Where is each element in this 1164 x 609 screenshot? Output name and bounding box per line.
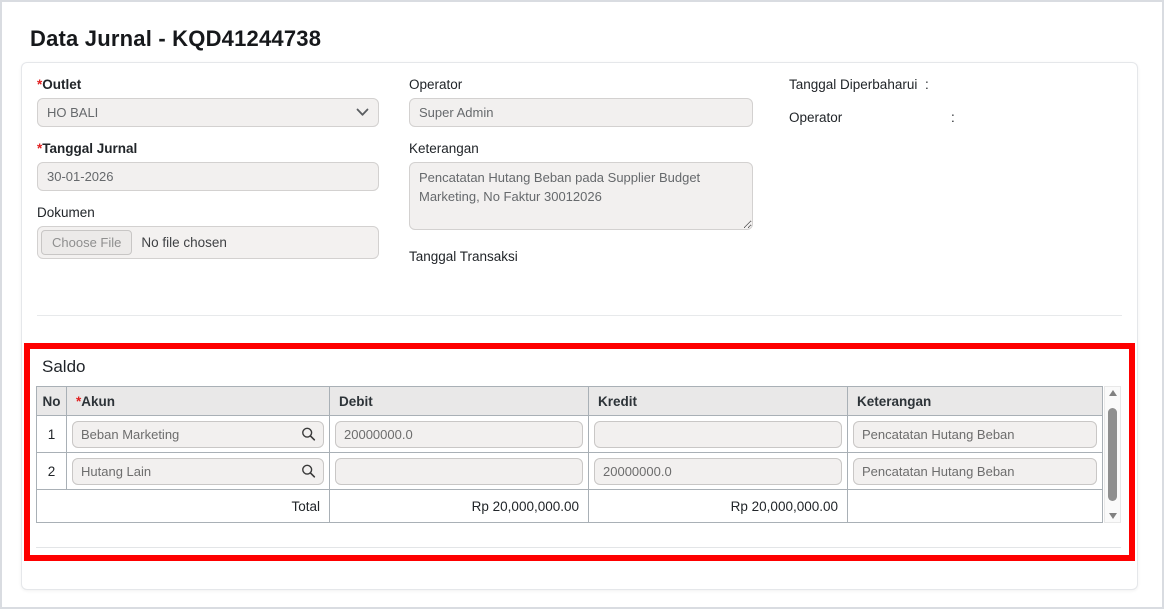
tanggal-jurnal-field-group: *Tanggal Jurnal <box>37 141 379 191</box>
tanggal-jurnal-input[interactable] <box>37 162 379 191</box>
page-title: Data Jurnal - KQD41244738 <box>30 26 1162 52</box>
tanggal-transaksi-label: Tanggal Transaksi <box>409 249 753 264</box>
operator-meta-label: Operator <box>789 110 951 125</box>
outlet-select[interactable]: HO BALI <box>37 98 379 127</box>
tanggal-jurnal-label: *Tanggal Jurnal <box>37 141 379 156</box>
saldo-highlight-box: Saldo No *Akun Debit Kredit Keterangan <box>24 343 1135 561</box>
journal-form-card: *Outlet HO BALI *Tanggal Jurnal Dokumen <box>21 62 1138 590</box>
keterangan-textarea[interactable]: Pencatatan Hutang Beban pada Supplier Bu… <box>409 162 753 230</box>
table-row: 2 <box>37 453 1103 490</box>
row-number: 1 <box>37 416 67 453</box>
colon-separator: : <box>925 77 929 92</box>
keterangan-row-input[interactable] <box>853 421 1097 448</box>
file-chosen-status: No file chosen <box>141 235 227 250</box>
akun-lookup-field <box>72 458 324 485</box>
keterangan-row-input[interactable] <box>853 458 1097 485</box>
saldo-bottom-divider <box>36 547 1121 548</box>
akun-input[interactable] <box>72 421 324 448</box>
total-row: Total Rp 20,000,000.00 Rp 20,000,000.00 <box>37 490 1103 523</box>
colon-separator: : <box>951 110 955 125</box>
kredit-input[interactable] <box>594 458 842 485</box>
section-divider <box>37 315 1122 316</box>
operator-meta-row: Operator : <box>789 110 1122 125</box>
operator-input[interactable] <box>409 98 753 127</box>
dokumen-file-input[interactable]: Choose File No file chosen <box>37 226 379 259</box>
form-area: *Outlet HO BALI *Tanggal Jurnal Dokumen <box>37 77 1122 291</box>
total-label: Total <box>37 490 330 523</box>
debit-input[interactable] <box>335 458 583 485</box>
akun-lookup-field <box>72 421 324 448</box>
saldo-table: No *Akun Debit Kredit Keterangan 1 <box>36 386 1103 523</box>
choose-file-button[interactable]: Choose File <box>41 230 132 255</box>
dokumen-field-group: Dokumen Choose File No file chosen <box>37 205 379 259</box>
col-header-debit: Debit <box>330 387 589 416</box>
outlet-select-value: HO BALI <box>47 105 98 120</box>
form-column-2: Operator Keterangan Pencatatan Hutang Be… <box>409 77 753 291</box>
keterangan-field-group: Keterangan Pencatatan Hutang Beban pada … <box>409 141 753 235</box>
tanggal-diperbaharui-meta-row: Tanggal Diperbaharui : <box>789 77 1122 92</box>
saldo-header-row: No *Akun Debit Kredit Keterangan <box>37 387 1103 416</box>
total-kredit: Rp 20,000,000.00 <box>589 490 848 523</box>
dokumen-label: Dokumen <box>37 205 379 220</box>
tanggal-transaksi-field-group: Tanggal Transaksi <box>409 249 753 264</box>
kredit-input[interactable] <box>594 421 842 448</box>
search-icon[interactable] <box>301 427 316 442</box>
operator-label: Operator <box>409 77 753 92</box>
col-header-kredit: Kredit <box>589 387 848 416</box>
saldo-section-title: Saldo <box>42 357 1121 377</box>
col-header-keterangan: Keterangan <box>848 387 1103 416</box>
outlet-field-group: *Outlet HO BALI <box>37 77 379 127</box>
page-frame: Data Jurnal - KQD41244738 *Outlet HO BAL… <box>0 0 1164 609</box>
debit-input[interactable] <box>335 421 583 448</box>
form-column-3: Tanggal Diperbaharui : Operator : <box>789 77 1122 291</box>
table-scrollbar[interactable] <box>1104 386 1121 523</box>
total-debit: Rp 20,000,000.00 <box>330 490 589 523</box>
search-icon[interactable] <box>301 464 316 479</box>
akun-input[interactable] <box>72 458 324 485</box>
operator-field-group: Operator <box>409 77 753 127</box>
scrollbar-thumb[interactable] <box>1108 408 1117 501</box>
chevron-down-icon <box>356 108 369 117</box>
saldo-table-wrap: No *Akun Debit Kredit Keterangan 1 <box>36 386 1121 523</box>
col-header-akun: *Akun <box>67 387 330 416</box>
scroll-up-arrow-icon[interactable] <box>1109 390 1117 396</box>
tanggal-diperbaharui-meta-label: Tanggal Diperbaharui <box>789 77 925 92</box>
col-header-no: No <box>37 387 67 416</box>
keterangan-label: Keterangan <box>409 141 753 156</box>
total-keterangan-empty <box>848 490 1103 523</box>
table-row: 1 <box>37 416 1103 453</box>
scroll-down-arrow-icon[interactable] <box>1109 513 1117 519</box>
form-column-1: *Outlet HO BALI *Tanggal Jurnal Dokumen <box>37 77 379 291</box>
row-number: 2 <box>37 453 67 490</box>
outlet-label: *Outlet <box>37 77 379 92</box>
